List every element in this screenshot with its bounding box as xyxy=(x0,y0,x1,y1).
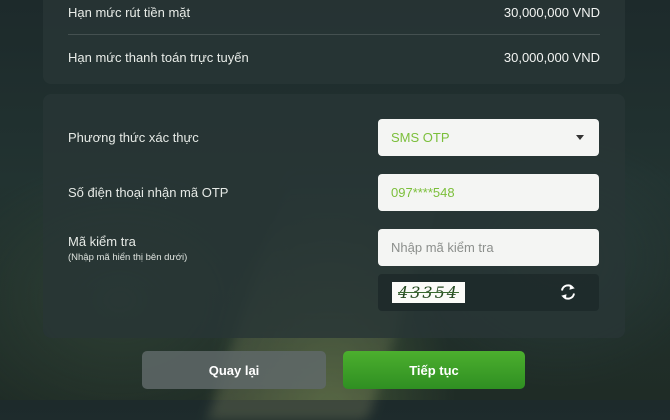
phone-field: 097****548 xyxy=(378,174,599,211)
limit-row-online: Hạn mức thanh toán trực tuyến 30,000,000… xyxy=(68,34,600,79)
auth-method-label: Phương thức xác thực xyxy=(68,130,199,145)
limit-row-cash: Hạn mức rút tiền mặt 30,000,000 VND xyxy=(68,0,600,34)
captcha-input[interactable] xyxy=(378,229,599,266)
captcha-label-group: Mã kiểm tra (Nhập mã hiển thị bên dưới) xyxy=(68,234,187,263)
refresh-icon[interactable] xyxy=(559,283,577,301)
chevron-down-icon xyxy=(576,135,584,140)
phone-label: Số điện thoại nhận mã OTP xyxy=(68,185,229,200)
captcha-image: 43354 xyxy=(392,282,465,303)
captcha-hint: (Nhập mã hiển thị bên dưới) xyxy=(68,252,188,263)
auth-method-value: SMS OTP xyxy=(391,130,450,145)
limit-label: Hạn mức rút tiền mặt xyxy=(68,4,191,20)
phone-value: 097****548 xyxy=(391,185,455,200)
captcha-box: 43354 xyxy=(378,274,599,311)
captcha-label: Mã kiểm tra xyxy=(68,234,136,249)
limit-value: 30,000,000 VND xyxy=(503,4,600,20)
limits-panel: Hạn mức rút tiền mặt 30,000,000 VND Hạn … xyxy=(43,0,625,84)
auth-method-select[interactable]: SMS OTP xyxy=(378,119,599,156)
limit-label: Hạn mức thanh toán trực tuyến xyxy=(68,49,249,65)
back-button[interactable]: Quay lại xyxy=(142,351,326,389)
next-button[interactable]: Tiếp tục xyxy=(343,351,525,389)
limit-value: 30,000,000 VND xyxy=(503,49,600,65)
auth-form-panel: Phương thức xác thực SMS OTP Số điện tho… xyxy=(43,94,625,338)
